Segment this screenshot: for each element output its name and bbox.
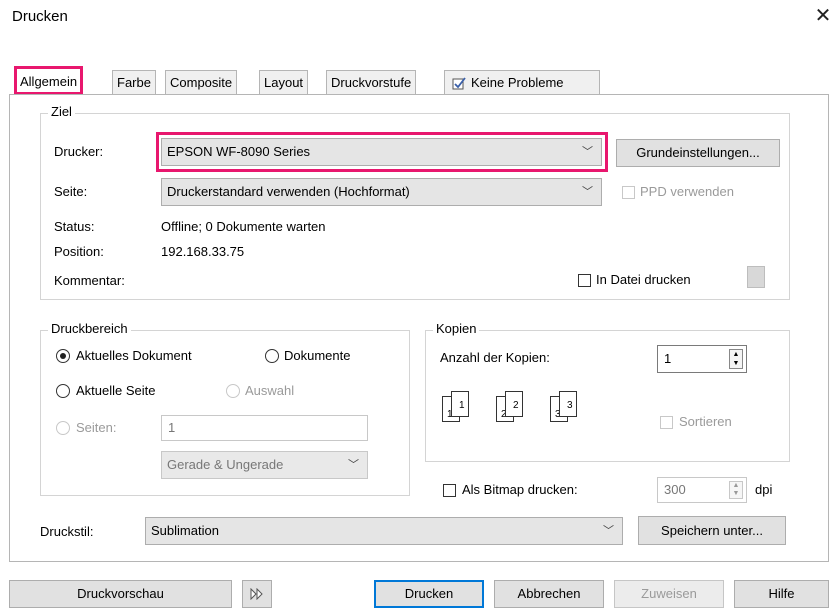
speichern-unter-button[interactable]: Speichern unter...: [638, 516, 786, 545]
in-datei-label: In Datei drucken: [596, 272, 691, 287]
gerade-ungerade-value: Gerade & Ungerade: [167, 457, 284, 472]
drucker-select-value: EPSON WF-8090 Series: [167, 144, 311, 159]
druckstil-value: Sublimation: [151, 523, 219, 538]
dpi-unit: dpi: [755, 482, 773, 497]
window-title: Drucken: [12, 8, 68, 25]
spin-icon[interactable]: ▲ ▼: [729, 349, 743, 369]
tab-layout[interactable]: Layout: [259, 70, 309, 94]
tab-keine-probleme[interactable]: Keine Probleme: [444, 70, 600, 94]
hilfe-button[interactable]: Hilfe: [734, 580, 829, 608]
page-icon: 1: [451, 391, 469, 417]
seiten-radio[interactable]: [56, 421, 70, 435]
dokumente-label: Dokumente: [284, 348, 351, 363]
ppd-checkbox[interactable]: [622, 186, 635, 199]
tab-composite[interactable]: Composite: [165, 70, 238, 94]
position-value: 192.168.33.75: [161, 244, 245, 259]
dpi-value: 300: [664, 482, 686, 497]
seiten-label: Seiten:: [76, 420, 117, 435]
check-document-icon: [452, 77, 466, 90]
page-icon: 3: [559, 391, 577, 417]
tab-allgemein[interactable]: Allgemein: [14, 66, 84, 95]
seite-select[interactable]: Druckerstandard verwenden (Hochformat) ﹀: [161, 178, 602, 206]
drucken-button[interactable]: Drucken: [374, 580, 484, 608]
anzahl-kopien-stepper[interactable]: 1 ▲ ▼: [657, 345, 747, 373]
status-value: Offline; 0 Dokumente warten: [161, 219, 326, 234]
chevron-down-icon: ﹀: [582, 146, 593, 158]
close-icon[interactable]: ✕: [811, 4, 835, 28]
fast-forward-icon: [250, 587, 263, 601]
fast-forward-button[interactable]: [242, 580, 272, 608]
file-browse-button[interactable]: [747, 266, 765, 288]
dokumente-radio[interactable]: [265, 349, 279, 363]
position-label: Position:: [54, 244, 104, 259]
spin-icon[interactable]: ▲ ▼: [729, 481, 743, 499]
seite-select-value: Druckerstandard verwenden (Hochformat): [167, 184, 410, 199]
bitmap-checkbox[interactable]: [443, 484, 456, 497]
tab-keine-probleme-label: Keine Probleme: [471, 75, 564, 90]
status-label: Status:: [54, 219, 95, 234]
gerade-ungerade-select[interactable]: Gerade & Ungerade ﹀: [161, 451, 368, 479]
bitmap-label: Als Bitmap drucken:: [462, 482, 578, 497]
page-icon: 2: [505, 391, 523, 417]
druckvorschau-button[interactable]: Druckvorschau: [9, 580, 232, 608]
kommentar-label: Kommentar:: [54, 273, 125, 288]
seite-label: Seite:: [54, 184, 88, 199]
sortieren-label: Sortieren: [679, 414, 732, 429]
drucker-select[interactable]: EPSON WF-8090 Series ﹀: [161, 138, 602, 166]
grundeinstellungen-button[interactable]: Grundeinstellungen...: [616, 139, 780, 167]
druckstil-label: Druckstil:: [40, 524, 94, 539]
sortieren-checkbox[interactable]: [660, 416, 673, 429]
anzahl-kopien-value: 1: [664, 351, 672, 366]
seiten-input[interactable]: 1: [161, 415, 368, 441]
druckstil-select[interactable]: Sublimation ﹀: [145, 517, 623, 545]
chevron-down-icon: ﹀: [348, 459, 359, 471]
aktuelles-dokument-radio[interactable]: [56, 349, 70, 363]
tab-farbe[interactable]: Farbe: [112, 70, 156, 94]
anzahl-kopien-label: Anzahl der Kopien:: [440, 350, 550, 365]
auswahl-label: Auswahl: [245, 383, 295, 398]
kopien-legend: Kopien: [433, 321, 480, 336]
in-datei-checkbox[interactable]: [578, 274, 591, 287]
ziel-legend: Ziel: [48, 104, 75, 119]
dpi-stepper[interactable]: 300 ▲ ▼: [657, 477, 747, 503]
chevron-down-icon: ﹀: [603, 525, 614, 537]
druckbereich-legend: Druckbereich: [48, 321, 131, 336]
chevron-down-icon: ﹀: [582, 186, 593, 198]
aktuelles-dokument-label: Aktuelles Dokument: [76, 348, 192, 363]
aktuelle-seite-label: Aktuelle Seite: [76, 383, 156, 398]
tab-druckvorstufe[interactable]: Druckvorstufe: [326, 70, 417, 94]
auswahl-radio[interactable]: [226, 384, 240, 398]
abbrechen-button[interactable]: Abbrechen: [494, 580, 604, 608]
ppd-label: PPD verwenden: [640, 184, 734, 199]
aktuelle-seite-radio[interactable]: [56, 384, 70, 398]
drucker-label: Drucker:: [54, 144, 104, 159]
zuweisen-button[interactable]: Zuweisen: [614, 580, 724, 608]
